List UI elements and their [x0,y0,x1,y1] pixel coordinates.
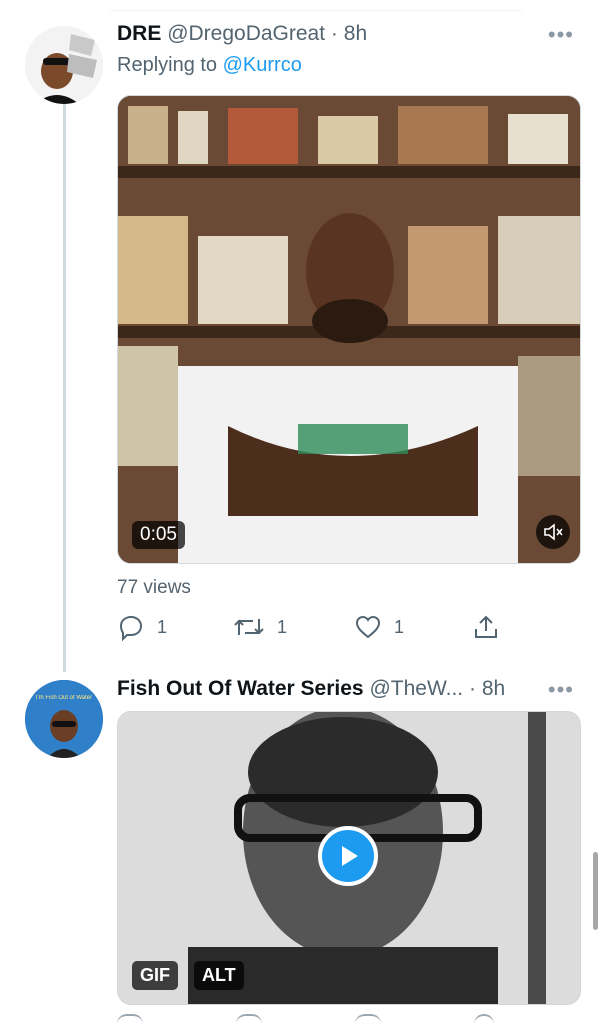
avatar-dre[interactable] [25,26,103,104]
play-icon[interactable] [318,826,378,886]
reply-count: 1 [157,616,168,637]
avatar-fish-out-of-water[interactable]: I'm Fish Out of Water [25,680,103,758]
gif-badge: GIF [132,961,178,990]
replying-prefix: Replying to [117,54,223,76]
display-name[interactable]: Fish Out Of Water Series [117,677,364,700]
avatar-caption: I'm Fish Out of Water [35,695,93,701]
timestamp[interactable]: 8h [344,22,367,45]
replying-to: Replying to @Kurrco [117,54,302,77]
gif-player[interactable]: GIF ALT [117,711,581,1005]
like-count: 1 [394,616,405,637]
tweet-header: Fish Out Of Water Series @TheW... · 8h [117,677,505,701]
reply-icon [119,615,143,641]
share-icon [475,615,497,638]
scrollbar[interactable] [593,852,598,930]
alt-badge[interactable]: ALT [194,961,244,990]
timestamp[interactable]: 8h [482,677,505,700]
view-count: 77 views [117,577,191,598]
like-button[interactable]: 1 [354,612,404,642]
video-player[interactable]: 0:05 [117,95,581,564]
separator-dot: · [468,677,476,700]
share-button[interactable] [472,612,500,642]
video-duration: 0:05 [132,521,185,549]
mute-icon[interactable] [536,515,570,549]
user-handle[interactable]: @DregoDaGreat [167,22,325,45]
tweet-header: DRE @DregoDaGreat · 8h [117,22,367,46]
previous-tweet-divider [110,0,522,11]
more-icon[interactable]: ••• [548,22,574,48]
separator-dot: · [330,22,338,45]
display-name[interactable]: DRE [117,22,161,45]
like-icon [355,615,381,639]
retweet-icon [234,619,264,635]
retweet-button[interactable]: 1 [233,612,287,642]
user-handle[interactable]: @TheW... [369,677,463,700]
more-icon[interactable]: ••• [548,677,574,703]
thread-connector-line [63,104,66,672]
retweet-count: 1 [277,616,288,637]
reply-button[interactable]: 1 [117,612,167,642]
tweet-2-actions-partial [0,1014,604,1024]
mention-link[interactable]: @Kurrco [223,54,302,76]
